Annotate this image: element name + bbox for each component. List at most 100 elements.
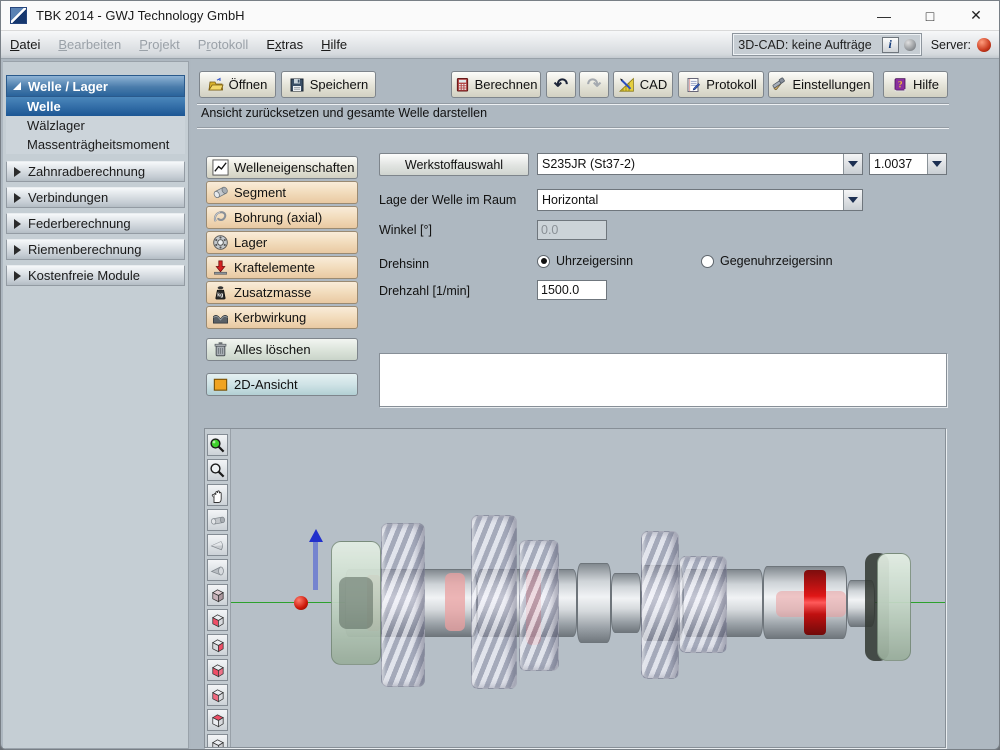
pan-button[interactable] [207, 484, 228, 506]
bearing-button[interactable]: Lager [206, 231, 358, 254]
dropdown-arrow-icon[interactable] [843, 154, 862, 174]
right-bearing [877, 553, 911, 661]
axial-bore-button[interactable]: Bohrung (axial) [206, 206, 358, 229]
force-arrow-icon [214, 260, 227, 275]
floppy-disk-icon [290, 78, 304, 91]
server-led [977, 37, 991, 52]
sidebar-section-zahnradberechnung[interactable]: Zahnradberechnung [6, 161, 185, 182]
shaft-position-dropdown[interactable]: Horizontal [537, 189, 863, 211]
sidebar-section-federberechnung[interactable]: Federberechnung [6, 213, 185, 234]
shaft-properties-button[interactable]: Welleneigenschaften [206, 156, 358, 179]
sidebar-section-riemenberechnung[interactable]: Riemenberechnung [6, 239, 185, 260]
open-button[interactable]: Öffnen [199, 71, 276, 98]
additional-mass-button[interactable]: kg Zusatzmasse [206, 281, 358, 304]
svg-text:kg: kg [217, 293, 223, 299]
speed-label: Drehzahl [1/min] [379, 284, 471, 298]
window-title: TBK 2014 - GWJ Technology GmbH [36, 8, 245, 23]
cone-view-2-button[interactable] [207, 559, 228, 581]
dropdown-arrow-icon[interactable] [927, 154, 946, 174]
back-view-button[interactable] [207, 659, 228, 681]
protocol-button[interactable]: Protokoll [678, 71, 764, 98]
sidebar-item-waelzlager[interactable]: Wälzlager [6, 116, 185, 135]
force-elements-button[interactable]: Kraftelemente [206, 256, 358, 279]
iso-view-button[interactable] [207, 584, 228, 606]
app-window: TBK 2014 - GWJ Technology GmbH — □ ✕ Dat… [0, 0, 1000, 750]
info-button[interactable]: i [881, 36, 899, 53]
main-panel: Öffnen Speichern Berechnen ↶ ↷ CAD Proto… [191, 59, 997, 749]
message-box [379, 353, 947, 407]
dropdown-arrow-icon[interactable] [843, 190, 862, 210]
cone-view-icon [210, 566, 224, 575]
help-book-icon: ? [894, 77, 906, 92]
zoom-button[interactable] [207, 459, 228, 481]
gear [519, 540, 559, 671]
cylinder-view-button[interactable] [207, 509, 228, 531]
right-view-button[interactable] [207, 634, 228, 656]
cad-status-box: 3D-CAD: keine Aufträge i [732, 33, 922, 56]
redo-button[interactable]: ↷ [579, 71, 609, 98]
document-icon [687, 77, 701, 92]
chart-icon [212, 159, 229, 176]
segment-button[interactable]: Segment [206, 181, 358, 204]
counterclockwise-radio[interactable]: Gegenuhrzeigersinn [701, 254, 833, 268]
cad-button[interactable]: CAD [613, 71, 673, 98]
svg-text:?: ? [898, 79, 903, 89]
settings-button[interactable]: Einstellungen [768, 71, 874, 98]
radio-selected-icon[interactable] [537, 254, 550, 268]
collapsed-triangle-icon [14, 244, 21, 255]
cone-view-1-button[interactable] [207, 534, 228, 556]
help-button[interactable]: ? Hilfe [883, 71, 948, 98]
bearing-icon [213, 235, 228, 250]
bottom-view-button[interactable] [207, 734, 228, 747]
3d-viewport[interactable] [204, 428, 946, 748]
sidebar-item-welle[interactable]: Welle [6, 97, 185, 116]
close-button[interactable]: ✕ [953, 1, 999, 30]
gear [471, 515, 517, 689]
main-toolbar: Öffnen Speichern Berechnen ↶ ↷ CAD Proto… [191, 71, 948, 98]
sidebar-section-kostenfreie-module[interactable]: Kostenfreie Module [6, 265, 185, 286]
material-select-button[interactable]: Werkstoffauswahl [379, 153, 529, 176]
cad-drawing-icon [618, 77, 634, 92]
material-dropdown[interactable]: S235JR (St37-2) [537, 153, 863, 175]
shaft-segment [577, 563, 611, 643]
minimize-button[interactable]: — [861, 1, 907, 30]
collapsed-triangle-icon [14, 166, 21, 177]
zoom-fit-button[interactable] [207, 434, 228, 456]
menu-hilfe[interactable]: Hilfe [312, 33, 356, 56]
cube-bottom-icon [211, 738, 224, 747]
zoom-fit-icon [210, 437, 225, 452]
sidebar-header-welle-lager[interactable]: Welle / Lager [6, 75, 185, 97]
tools-icon [773, 77, 786, 90]
cone-view-icon [210, 540, 223, 550]
calculate-button[interactable]: Berechnen [451, 71, 541, 98]
hand-icon [211, 489, 222, 503]
front-view-button[interactable] [207, 609, 228, 631]
cube-front-icon [211, 613, 224, 627]
clockwise-radio[interactable]: Uhrzeigersinn [537, 254, 633, 268]
sidebar-item-massentraegheitsmoment[interactable]: Massenträgheitsmoment [6, 135, 185, 154]
menubar-right: 3D-CAD: keine Aufträge i Server: [732, 33, 991, 56]
material-number-dropdown[interactable]: 1.0037 [869, 153, 947, 175]
menu-bearbeiten: Bearbeiten [58, 37, 122, 52]
top-view-button[interactable] [207, 709, 228, 731]
save-button[interactable]: Speichern [281, 71, 376, 98]
speed-input[interactable] [537, 280, 607, 300]
2d-view-button[interactable]: 2D-Ansicht [206, 373, 358, 396]
menu-datei[interactable]: Datei [1, 33, 49, 56]
menu-extras[interactable]: Extras [257, 33, 312, 56]
notch-effect-button[interactable]: Kerbwirkung [206, 306, 358, 329]
undo-button[interactable]: ↶ [546, 71, 576, 98]
maximize-button[interactable]: □ [907, 1, 953, 30]
radio-unselected-icon[interactable] [701, 254, 714, 268]
delete-all-button[interactable]: Alles löschen [206, 338, 358, 361]
angle-label: Winkel [°] [379, 223, 432, 237]
collapsed-triangle-icon [14, 192, 21, 203]
sidebar-section-verbindungen[interactable]: Verbindungen [6, 187, 185, 208]
force-disc [445, 573, 465, 631]
3d-scene[interactable] [231, 429, 945, 747]
redo-icon: ↷ [586, 74, 602, 94]
notch-icon [213, 315, 228, 324]
separator [197, 103, 949, 105]
left-view-button[interactable] [207, 684, 228, 706]
cad-status-text: 3D-CAD: keine Aufträge [738, 37, 872, 52]
